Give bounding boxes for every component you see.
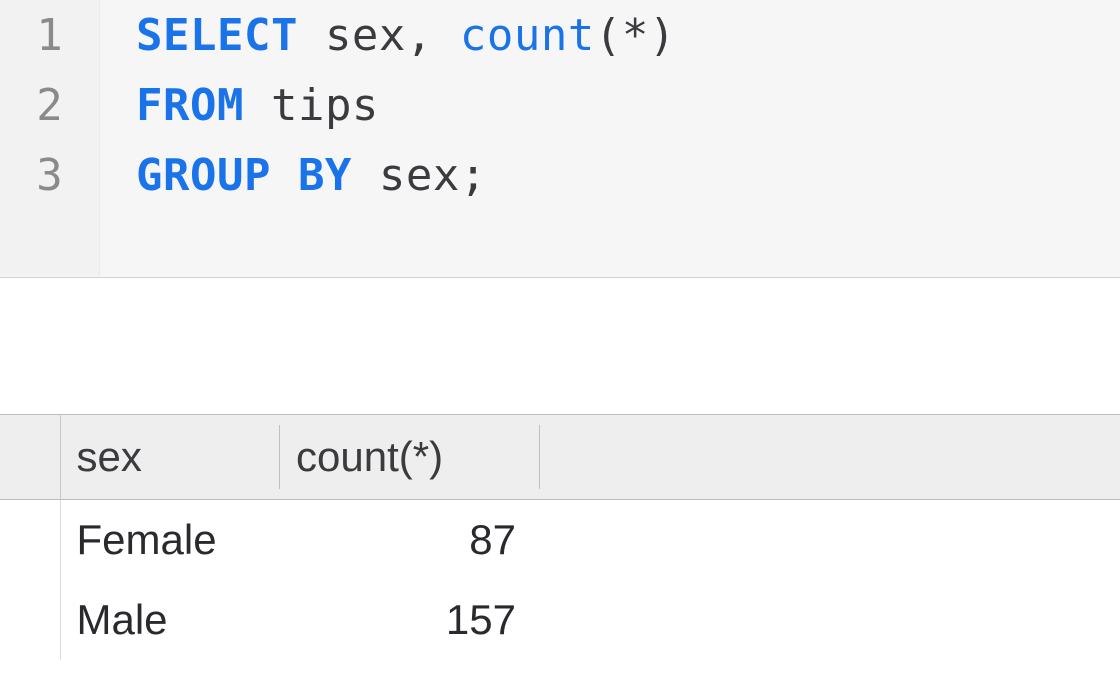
column-header-count[interactable]: count(*) bbox=[280, 415, 540, 500]
code-line: 2 FROM tips bbox=[0, 70, 1120, 140]
line-number: 1 bbox=[0, 0, 100, 70]
sql-editor[interactable]: 1 SELECT sex, count(*) 2 FROM tips 3 GRO… bbox=[0, 0, 1120, 278]
column-header-empty bbox=[540, 415, 1120, 500]
cell-sex: Male bbox=[60, 580, 280, 660]
cell-count: 87 bbox=[280, 500, 540, 581]
line-number: 3 bbox=[0, 140, 100, 210]
code-content: FROM tips bbox=[100, 80, 379, 131]
results-header: sex count(*) bbox=[0, 415, 1120, 500]
row-index-cell bbox=[0, 580, 60, 660]
cell-sex: Female bbox=[60, 500, 280, 581]
editor-bottom-padding bbox=[0, 210, 1120, 276]
row-index-cell bbox=[0, 500, 60, 581]
column-header-index[interactable] bbox=[0, 415, 60, 500]
code-content: SELECT sex, count(*) bbox=[100, 10, 676, 61]
cell-count: 157 bbox=[280, 580, 540, 660]
code-content: GROUP BY sex; bbox=[100, 150, 487, 201]
line-number: 2 bbox=[0, 70, 100, 140]
code-line: 1 SELECT sex, count(*) bbox=[0, 0, 1120, 70]
code-line: 3 GROUP BY sex; bbox=[0, 140, 1120, 210]
table-row[interactable]: Female 87 bbox=[0, 500, 1120, 581]
results-table: sex count(*) Female 87 Male 157 bbox=[0, 414, 1120, 660]
results-gap bbox=[0, 278, 1120, 414]
column-header-sex[interactable]: sex bbox=[60, 415, 280, 500]
table-row[interactable]: Male 157 bbox=[0, 580, 1120, 660]
